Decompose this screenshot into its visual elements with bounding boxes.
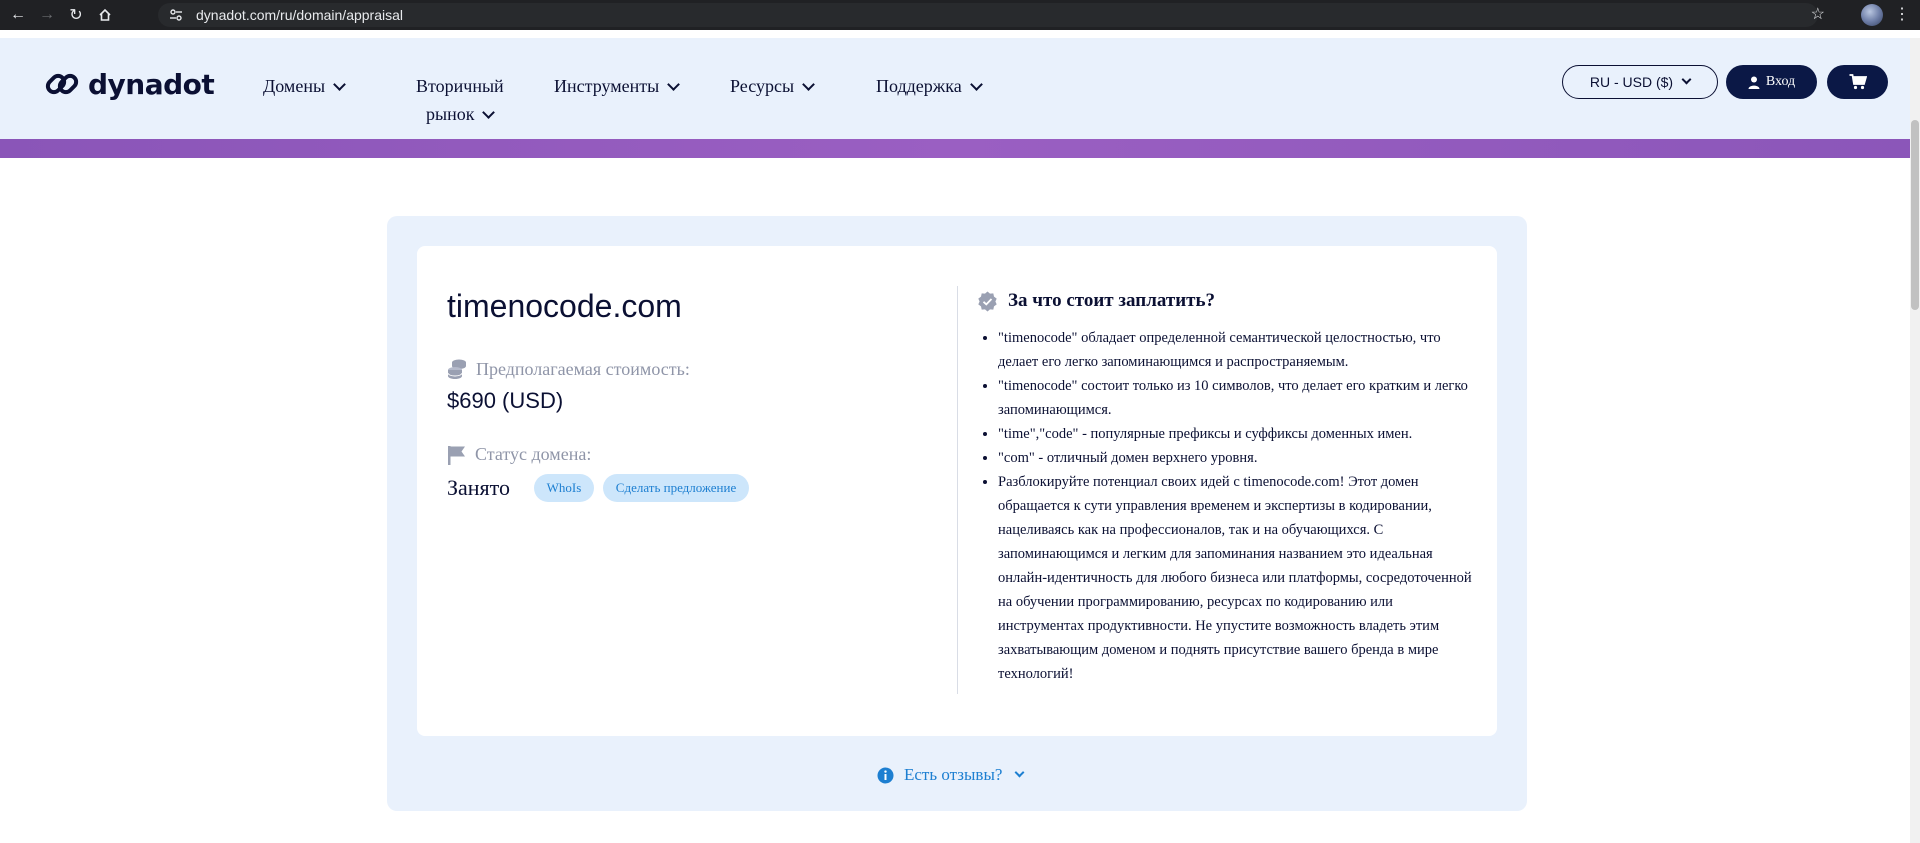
cart-button[interactable]: [1827, 65, 1888, 99]
address-bar[interactable]: dynadot.com/ru/domain/appraisal: [158, 3, 1818, 27]
reasons-heading: За что стоит заплатить?: [977, 290, 1215, 312]
reload-icon[interactable]: ↻: [65, 4, 87, 26]
chevron-down-icon: [482, 105, 496, 119]
url-text[interactable]: dynadot.com/ru/domain/appraisal: [196, 7, 403, 23]
nav-secondary-market[interactable]: Вторичный: [416, 76, 504, 97]
flag-icon: [448, 445, 465, 465]
nav-secondary-market-label-line2: рынок: [426, 104, 475, 124]
coins-icon: [447, 359, 466, 379]
reason-item: "com" - отличный домен верхнего уровня.: [998, 446, 1476, 470]
feedback-label: Есть отзывы?: [904, 765, 1003, 784]
reasons-title-text: За что стоит заплатить?: [1008, 290, 1216, 311]
chevron-down-icon: [1681, 74, 1692, 85]
make-offer-label: Сделать предложение: [615, 480, 737, 495]
verified-badge-icon: [978, 291, 997, 311]
nav-secondary-market-line2[interactable]: рынок: [426, 104, 496, 125]
whois-label: WhoIs: [546, 480, 582, 495]
chevron-down-icon: [802, 77, 815, 91]
bookmark-star-icon[interactable]: ☆: [1811, 4, 1825, 24]
reason-item: "timenocode" обладает определенной семан…: [998, 326, 1476, 374]
whois-button[interactable]: WhoIs: [534, 474, 594, 502]
scrollbar-thumb[interactable]: [1911, 120, 1919, 310]
login-button[interactable]: Вход: [1726, 65, 1817, 99]
browser-menu-icon[interactable]: ⋮: [1894, 4, 1910, 24]
dynadot-logo-icon: [45, 73, 79, 95]
cart-icon: [1849, 74, 1867, 90]
domain-name: timenocode.com: [447, 288, 682, 324]
nav-domains-label: Домены: [263, 76, 326, 96]
nav-tools[interactable]: Инструменты: [554, 76, 681, 97]
currency-label: RU - USD ($): [1589, 74, 1674, 90]
chevron-down-icon: [333, 77, 346, 91]
page-scrollbar[interactable]: [1910, 38, 1920, 843]
currency-selector-button[interactable]: RU - USD ($): [1562, 65, 1718, 99]
nav-resources[interactable]: Ресурсы: [730, 76, 815, 97]
reason-item: "time","code" - популярные префиксы и су…: [998, 422, 1476, 446]
home-icon[interactable]: [94, 4, 116, 26]
estimated-value-label: Предполагаемая стоимость:: [446, 358, 690, 380]
browser-toolbar: ← → ↻ dynadot.com/ru/domain/appraisal ☆ …: [0, 0, 1920, 30]
estimated-price: $690 (USD): [447, 388, 564, 413]
back-arrow-icon[interactable]: ←: [7, 4, 29, 26]
purple-banner-strip: [0, 139, 1910, 158]
reason-item: "timenocode" состоит только из 10 символ…: [998, 374, 1476, 422]
chevron-down-icon: [969, 77, 983, 91]
nav-domains[interactable]: Домены: [263, 76, 346, 97]
chevron-down-icon: [1014, 767, 1025, 778]
card-divider: [957, 286, 958, 694]
nav-secondary-market-label-line1: Вторичный: [416, 76, 504, 96]
nav-support[interactable]: Поддержка: [876, 76, 983, 97]
dynadot-logo[interactable]: dynadot: [44, 66, 215, 102]
make-offer-button[interactable]: Сделать предложение: [603, 474, 749, 502]
login-label: Вход: [1765, 74, 1796, 89]
nav-tools-label: Инструменты: [554, 76, 660, 96]
feedback-toggle[interactable]: Есть отзывы?: [877, 765, 1025, 785]
nav-support-label: Поддержка: [876, 76, 962, 96]
domain-status-text: Статус домена:: [475, 444, 592, 464]
forward-arrow-icon[interactable]: →: [36, 4, 58, 26]
logo-text: dynadot: [88, 67, 215, 101]
info-icon: [877, 767, 894, 783]
estimated-value-text: Предполагаемая стоимость:: [476, 358, 690, 379]
chevron-down-icon: [667, 77, 681, 91]
user-icon: [1748, 76, 1760, 89]
domain-status-label: Статус домена:: [447, 444, 591, 465]
nav-resources-label: Ресурсы: [730, 76, 795, 96]
reason-item: Разблокируйте потенциал своих идей с tim…: [998, 470, 1476, 686]
domain-status-value: Занято: [447, 475, 511, 500]
profile-avatar[interactable]: [1861, 4, 1883, 26]
site-info-icon[interactable]: [168, 7, 184, 23]
reasons-list: "timenocode" обладает определенной семан…: [978, 326, 1476, 686]
site-header: dynadot Домены Вторичный рынок Инструмен…: [0, 38, 1910, 139]
